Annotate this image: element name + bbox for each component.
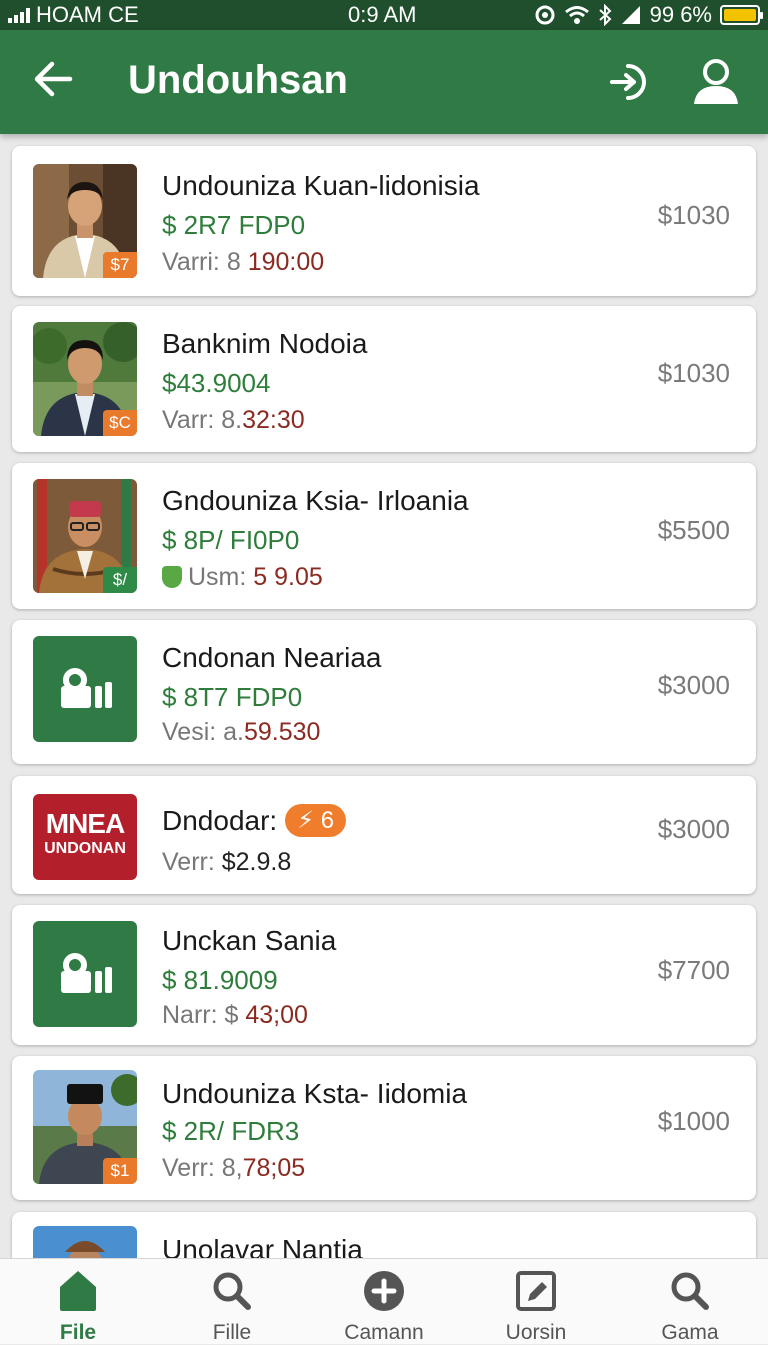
add-circle-icon [364, 1271, 404, 1311]
item-meta: Verr: $2.9.8 [162, 848, 292, 876]
person-photo: $C [33, 322, 137, 436]
app-bar: Undouhsan [0, 30, 768, 134]
profile-icon[interactable] [690, 56, 742, 108]
list-item[interactable]: MNEA UNDONAN Dndodar: ⚡ 6 Verr: $2.9.8 $3… [12, 776, 756, 894]
nav-item-uorsin[interactable]: Uorsin [476, 1259, 596, 1345]
nav-label: Fille [212, 1321, 252, 1344]
nav-item-file[interactable]: File [18, 1259, 138, 1345]
item-meta: Varr: 8.32:30 [162, 406, 305, 434]
item-meta: Verr: 8,78;05 [162, 1154, 306, 1182]
brand-logo: MNEA UNDONAN [33, 794, 137, 880]
item-subtitle: $ 2R7 FDP0 [162, 210, 306, 240]
person-photo: $/ [33, 479, 137, 593]
bluetooth-icon [598, 4, 612, 26]
results-list: $7 Undouniza Kuan-lidonisia $ 2R7 FDP0 V… [0, 134, 768, 1258]
nav-label: File [59, 1321, 97, 1344]
app-placeholder-icon [33, 636, 137, 742]
shield-icon [162, 566, 182, 588]
item-price: $1000 [657, 1106, 730, 1136]
carrier-name: HOAM CE [36, 2, 139, 27]
item-name: Unckan Sania [162, 925, 337, 956]
item-meta: Varri: 8 190:00 [162, 248, 325, 276]
back-arrow-icon[interactable] [30, 56, 76, 102]
list-item[interactable]: $C Banknim Nodoia $43.9004 Varr: 8.32:30… [12, 306, 756, 452]
item-price: $1030 [657, 200, 730, 230]
bottom-nav: File Fille Camann Uorsin Gama [0, 1258, 768, 1344]
thumbnail-badge: $C [103, 410, 137, 436]
list-item[interactable]: $7 Undouniza Kuan-lidonisia $ 2R7 FDP0 V… [12, 146, 756, 296]
item-price: $5500 [657, 515, 730, 545]
person-photo: $1 [33, 1070, 137, 1184]
item-meta-value: 59.530 [244, 718, 321, 746]
nav-item-camann[interactable]: Camann [324, 1259, 444, 1345]
list-item[interactable]: Cndonan Neariaa $ 8T7 FDP0 Vesi: a.59.53… [12, 620, 756, 764]
item-meta-value: 43;00 [245, 1001, 308, 1029]
item-name: Banknim Nodoia [162, 328, 368, 359]
item-meta: Narr: $ 43;00 [162, 1001, 308, 1029]
list-item[interactable]: $/ Gndouniza Ksia- Irloania $ 8P/ FI0P0 … [12, 463, 756, 609]
list-item[interactable]: $1 Undouniza Ksta- Iidomia $ 2R/ FDR3 Ve… [12, 1056, 756, 1200]
item-meta: Vesi: a.59.530 [162, 718, 321, 746]
item-meta-value: 190:00 [247, 248, 325, 276]
person-photo [33, 1226, 137, 1258]
item-name: Cndonan Neariaa [162, 642, 382, 673]
thumbnail-badge: $1 [103, 1158, 137, 1184]
item-meta-value: 32:30 [242, 406, 305, 434]
item-meta: Usm: 5 9.05 [162, 563, 323, 592]
person-photo: $7 [33, 164, 137, 278]
item-subtitle: $43.9004 [162, 368, 271, 398]
wifi-icon [564, 6, 589, 24]
signal-icon [8, 7, 30, 23]
nav-label: Uorsin [505, 1321, 567, 1344]
count-badge: ⚡ 6 [285, 804, 347, 837]
clock: 0:9 AM [348, 2, 417, 27]
list-item[interactable]: Unolavar Nantia [12, 1212, 756, 1258]
page-title: Undouhsan [128, 58, 348, 102]
item-subtitle: $ 81.9009 [162, 965, 278, 995]
item-price: $3000 [657, 814, 730, 844]
item-price: $7700 [657, 955, 730, 985]
search-icon [671, 1272, 709, 1310]
item-subtitle: $ 2R/ FDR3 [162, 1116, 300, 1146]
item-price: $1030 [657, 358, 730, 388]
item-name: Gndouniza Ksia- Irloania [162, 485, 469, 516]
home-icon [60, 1271, 96, 1311]
nav-label: Gama [661, 1321, 719, 1344]
item-subtitle: $ 8T7 FDP0 [162, 682, 303, 712]
thumbnail-badge: $7 [103, 252, 137, 278]
item-subtitle: $ 8P/ FI0P0 [162, 525, 300, 555]
item-price: $3000 [657, 670, 730, 700]
battery-icon [720, 5, 763, 25]
item-meta-value: 78;05 [242, 1154, 306, 1182]
edit-icon [516, 1271, 556, 1311]
search-icon [213, 1272, 251, 1310]
app-placeholder-icon [33, 921, 137, 1027]
item-name: Undouniza Kuan-lidonisia [162, 170, 480, 201]
item-name: Undouniza Ksta- Iidomia [162, 1078, 468, 1109]
thumbnail-badge: $/ [103, 567, 137, 593]
cell-signal-icon [621, 6, 640, 24]
item-meta-value: 5 9.05 [253, 563, 323, 591]
item-name: Unolavar Nantia [162, 1234, 363, 1258]
list-item[interactable]: Unckan Sania $ 81.9009 Narr: $ 43;00 $77… [12, 905, 756, 1045]
nav-item-fille[interactable]: Fille [172, 1259, 292, 1345]
logout-icon[interactable] [608, 58, 656, 106]
nav-label: Camann [344, 1321, 424, 1344]
status-bar: HOAM CE 0:9 AM 99 6% [0, 0, 768, 30]
item-name: Dndodar: ⚡ 6 [162, 804, 347, 837]
nfc-icon [535, 5, 555, 25]
item-meta-value: $2.9.8 [221, 848, 292, 876]
battery-percent: 99 6% [649, 2, 712, 27]
nav-item-gama[interactable]: Gama [630, 1259, 750, 1345]
